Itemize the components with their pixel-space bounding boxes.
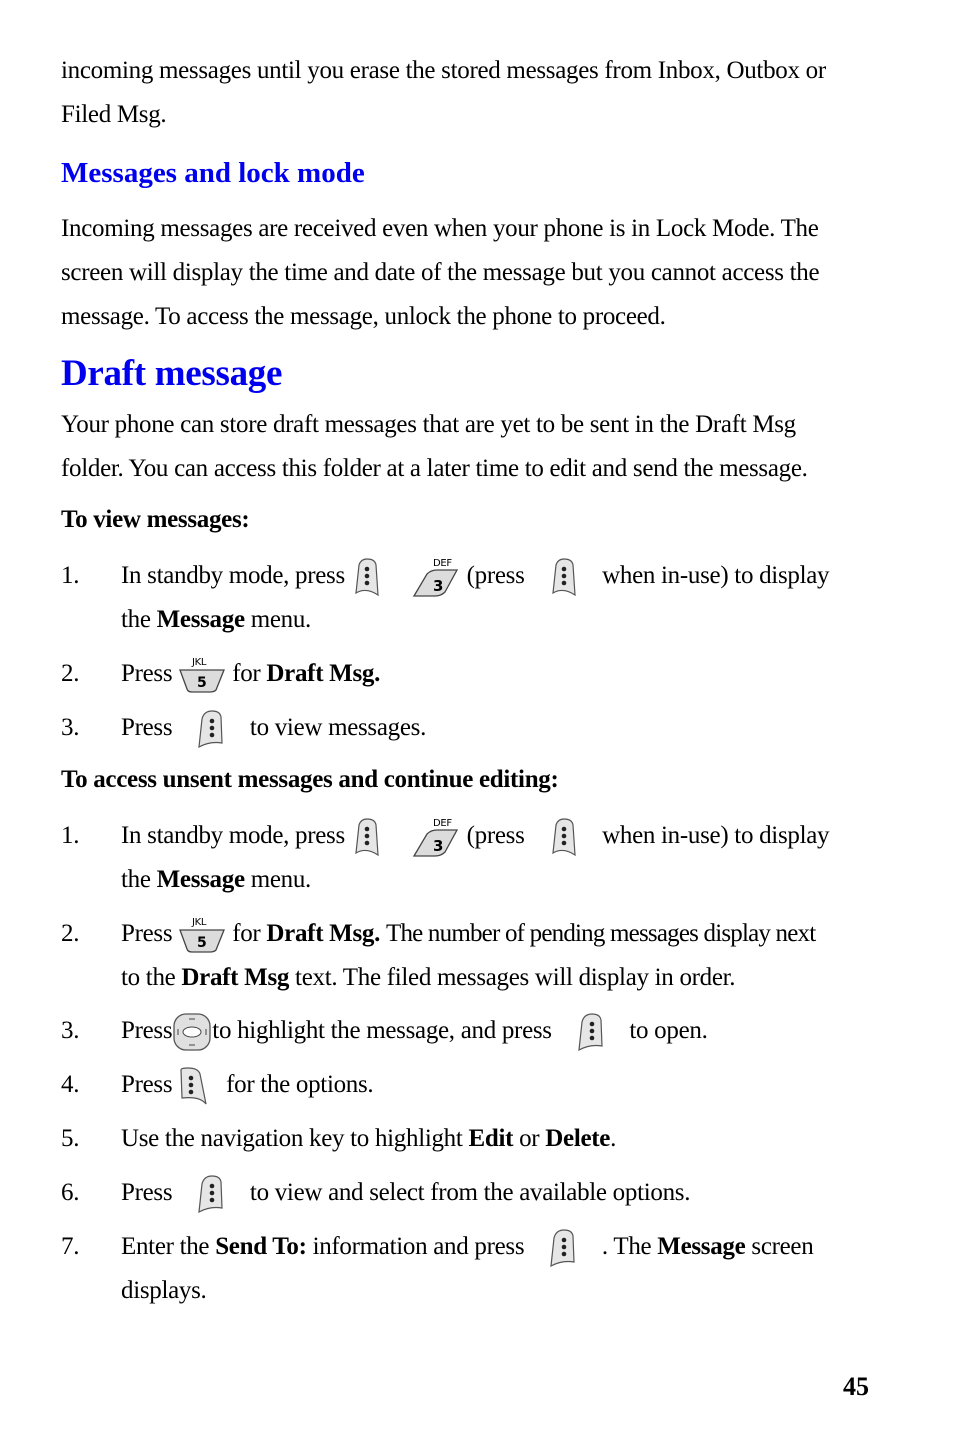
- step-text: to view messages.: [249, 714, 427, 741]
- intro-line: Filed Msg.: [61, 101, 167, 128]
- step-text: Use the navigation key to highlight: [121, 1125, 463, 1152]
- section-heading-lock-mode: Messages and lock mode: [61, 157, 365, 189]
- menu-soft-key-icon: [548, 1228, 578, 1268]
- step-text: for: [232, 660, 261, 687]
- step-text: Press: [121, 1071, 173, 1098]
- step-text: to open.: [629, 1017, 708, 1044]
- svg-text:5: 5: [197, 935, 206, 951]
- step-text: . The: [601, 1233, 652, 1260]
- paragraph-line: screen will display the time and date of…: [61, 259, 820, 286]
- bold-term: Message: [156, 606, 245, 633]
- step-text: to highlight the message, and press: [212, 1017, 552, 1044]
- menu-soft-key-icon: [196, 709, 226, 749]
- menu-soft-key-icon: [548, 557, 578, 597]
- menu-soft-key-icon: [548, 817, 578, 857]
- step-number: 1.: [61, 562, 80, 589]
- svg-text:DEF: DEF: [433, 818, 452, 829]
- step-text: screen: [751, 1233, 814, 1260]
- bold-term: Edit: [468, 1125, 514, 1152]
- step-text: Press: [121, 920, 173, 947]
- intro-line: incoming messages until you erase the st…: [61, 57, 826, 84]
- step-number: 6.: [61, 1179, 80, 1206]
- step-text: displays.: [121, 1277, 207, 1304]
- subheading-view-messages: To view messages:: [61, 506, 250, 533]
- bold-term: Message: [156, 866, 245, 893]
- step-text: In standby mode, press: [121, 822, 345, 849]
- menu-soft-key-icon: [351, 557, 381, 597]
- step-text: for: [232, 920, 261, 947]
- step-number: 3.: [61, 1017, 80, 1044]
- key-3-def-icon: DEF 3: [411, 816, 461, 858]
- step-text: information and press: [312, 1233, 525, 1260]
- menu-soft-key-icon: [576, 1012, 606, 1052]
- paragraph-line: message. To access the message, unlock t…: [61, 303, 666, 330]
- step-text: the: [121, 606, 151, 633]
- step-text: to the: [121, 964, 176, 991]
- menu-soft-key-icon: [196, 1174, 226, 1214]
- step-text: to view and select from the available op…: [249, 1179, 691, 1206]
- key-5-jkl-icon: JKL 5: [178, 916, 226, 954]
- step-number: 4.: [61, 1071, 80, 1098]
- step-text: (press: [466, 822, 525, 849]
- step-text: In standby mode, press: [121, 562, 345, 589]
- svg-text:3: 3: [433, 837, 443, 855]
- svg-text:JKL: JKL: [191, 657, 207, 668]
- paragraph-line: Incoming messages are received even when…: [61, 215, 819, 242]
- step-text: menu.: [250, 606, 312, 633]
- step-text: Enter the: [121, 1233, 210, 1260]
- bold-term: Draft Msg: [181, 964, 290, 991]
- step-text: when in-use) to display: [602, 822, 830, 849]
- bold-term: Draft Msg.: [266, 660, 381, 687]
- step-text: the: [121, 866, 151, 893]
- paragraph-line: folder. You can access this folder at a …: [61, 455, 808, 482]
- bold-term: Message: [657, 1233, 746, 1260]
- step-number: 1.: [61, 822, 80, 849]
- step-text: (press: [466, 562, 525, 589]
- key-3-def-icon: DEF 3: [411, 556, 461, 598]
- paragraph-line: Your phone can store draft messages that…: [61, 411, 796, 438]
- step-number: 3.: [61, 714, 80, 741]
- svg-text:3: 3: [433, 577, 443, 595]
- step-number: 2.: [61, 660, 80, 687]
- menu-soft-key-icon: [351, 817, 381, 857]
- step-number: 5.: [61, 1125, 80, 1152]
- subheading-access-unsent: To access unsent messages and continue e…: [61, 766, 559, 793]
- menu-soft-key-icon: [178, 1066, 208, 1106]
- step-text: when in-use) to display: [602, 562, 830, 589]
- key-5-jkl-icon: JKL 5: [178, 656, 226, 694]
- svg-text:DEF: DEF: [433, 558, 452, 569]
- step-text: The number of pending messages display n…: [386, 920, 816, 947]
- page-number: 45: [843, 1372, 869, 1401]
- svg-text:JKL: JKL: [191, 917, 207, 928]
- step-text: .: [610, 1125, 617, 1152]
- step-text: for the options.: [226, 1071, 374, 1098]
- bold-term: Delete: [545, 1125, 611, 1152]
- navigation-key-icon: [172, 1012, 212, 1052]
- section-heading-draft-message: Draft message: [61, 353, 283, 394]
- step-text: Press: [121, 714, 173, 741]
- step-number: 2.: [61, 920, 80, 947]
- step-text: text. The filed messages will display in…: [295, 964, 736, 991]
- step-text: menu.: [250, 866, 312, 893]
- bold-term: Draft Msg.: [266, 920, 381, 947]
- svg-text:5: 5: [197, 675, 206, 691]
- bold-term: Send To:: [215, 1233, 307, 1260]
- step-text: Press: [121, 1179, 173, 1206]
- step-number: 7.: [61, 1233, 80, 1260]
- step-text: Press: [121, 1017, 173, 1044]
- step-text: Press: [121, 660, 173, 687]
- step-text: or: [519, 1125, 540, 1152]
